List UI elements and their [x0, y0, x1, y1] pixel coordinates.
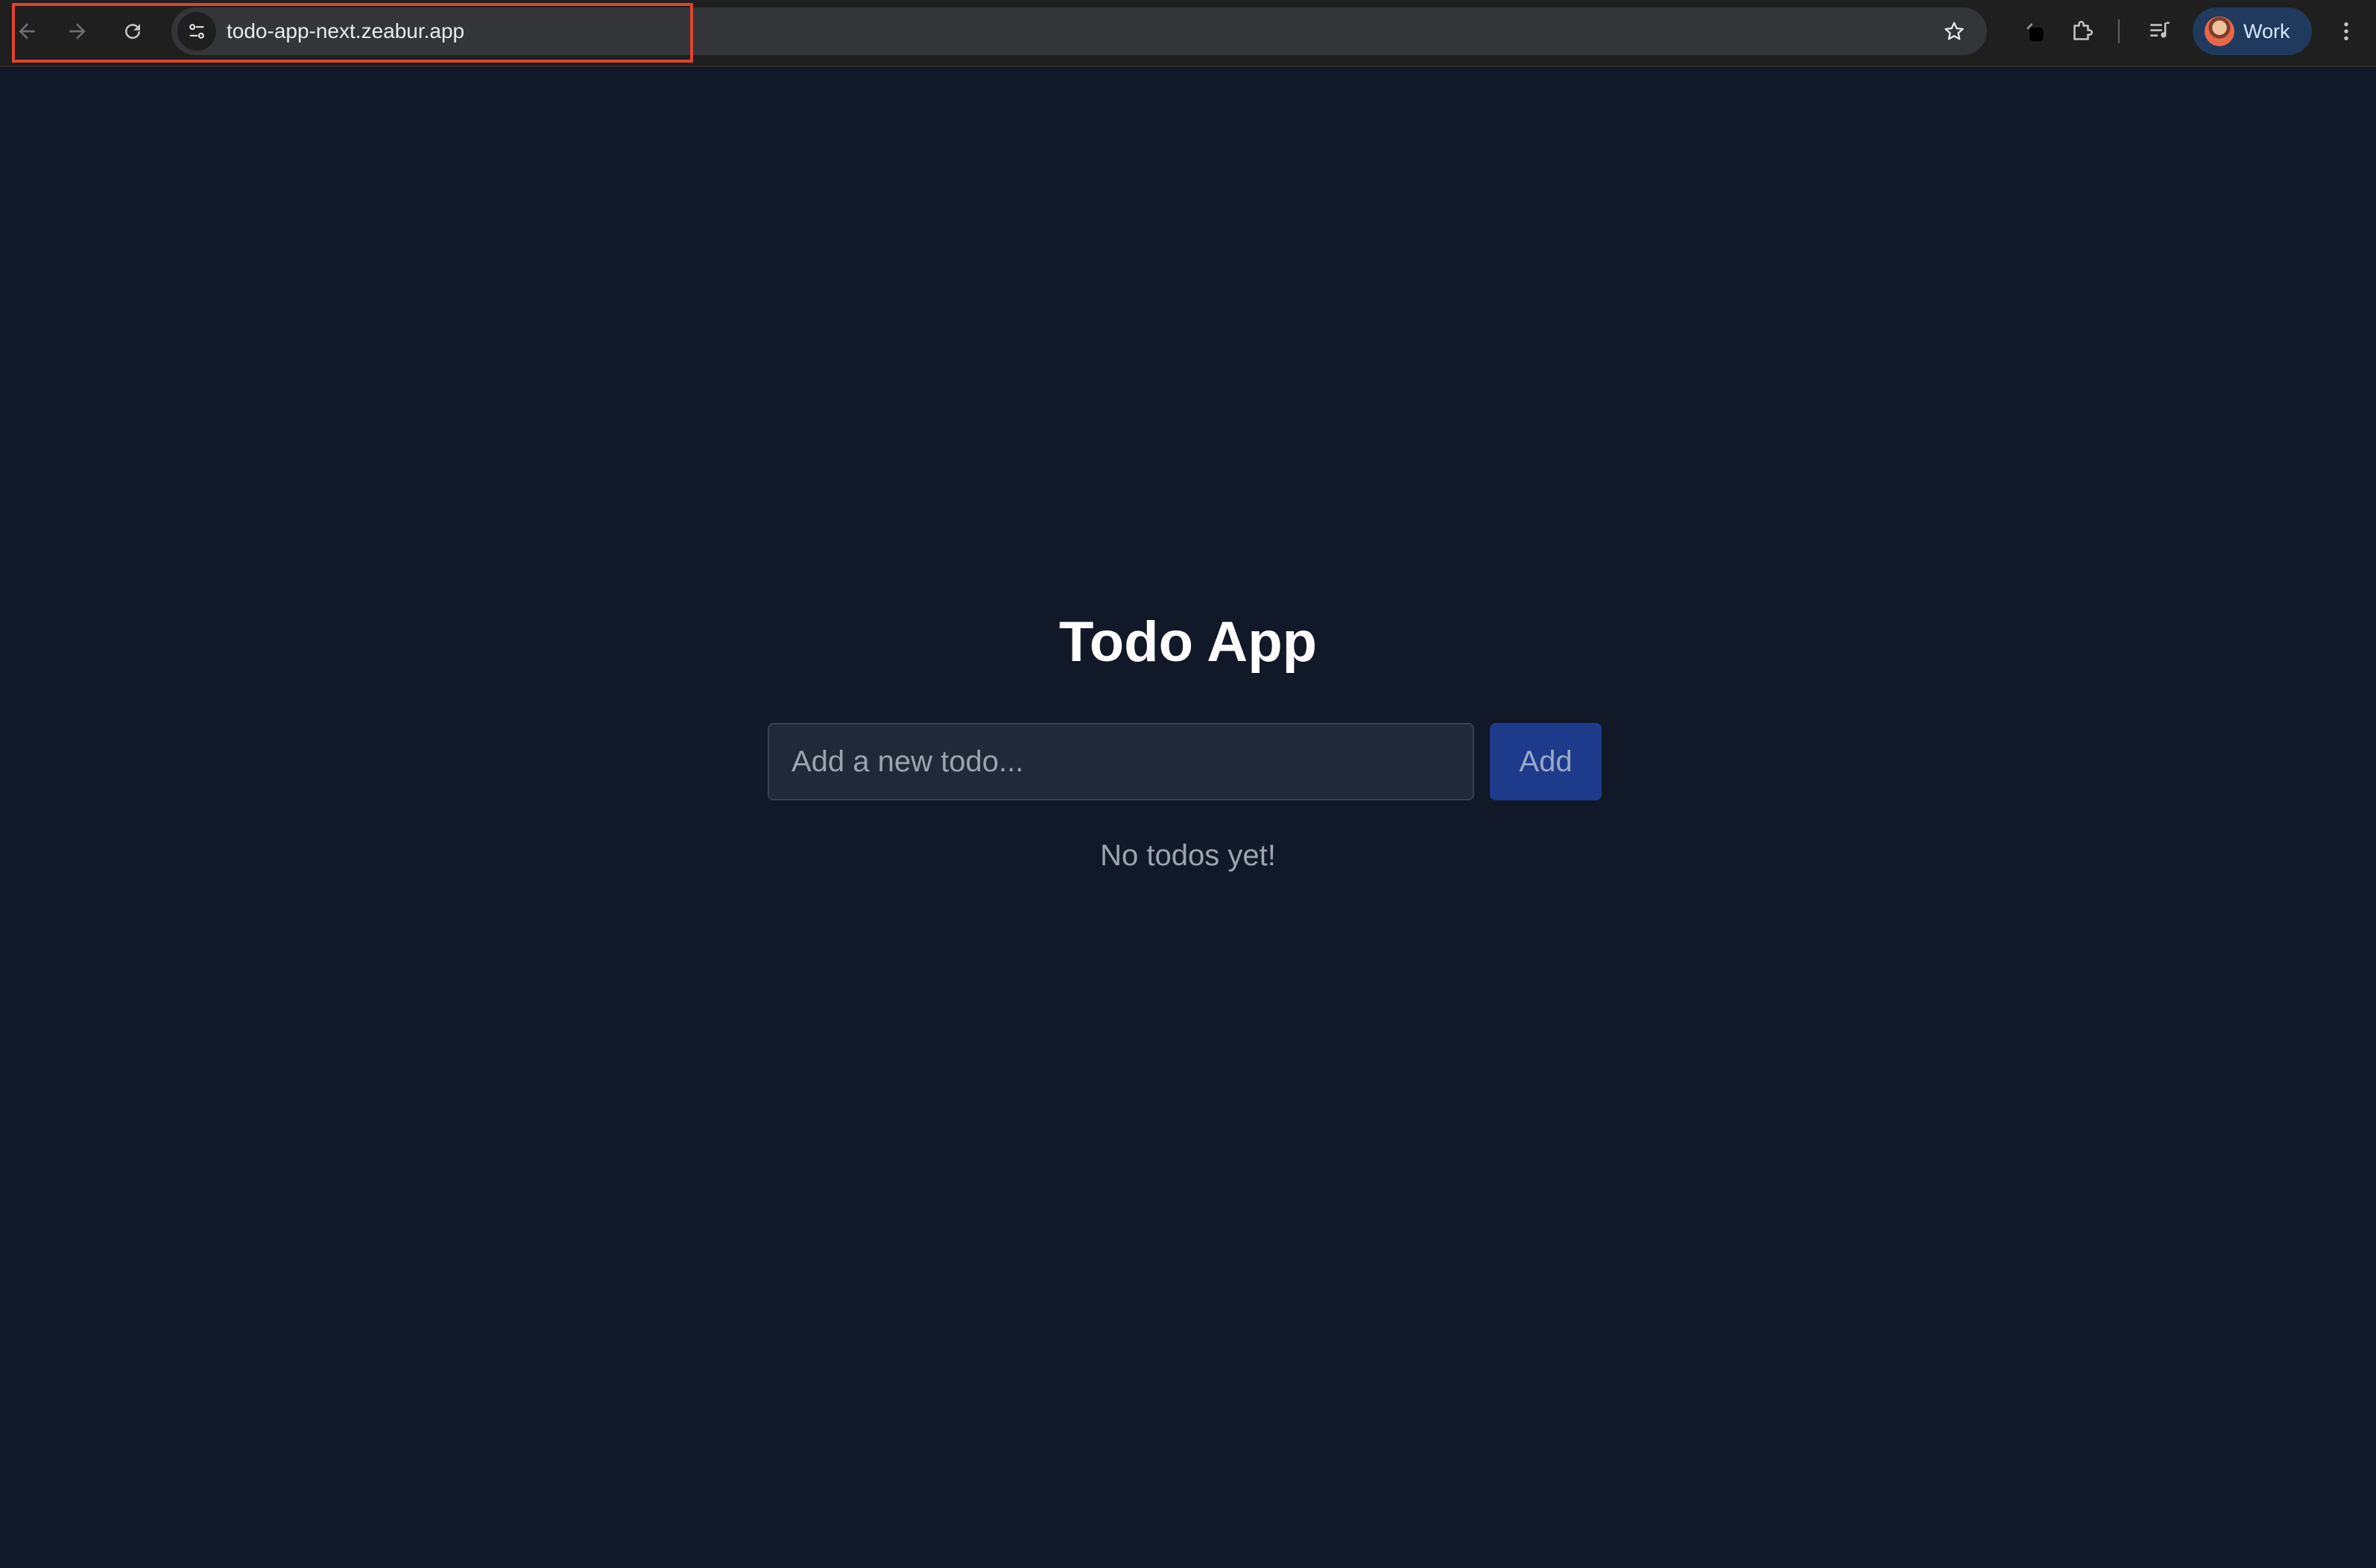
forward-button[interactable]: [57, 10, 98, 52]
add-todo-button[interactable]: Add: [1490, 723, 1602, 800]
avatar: [2205, 16, 2234, 46]
url-text[interactable]: todo-app-next.zeabur.app: [227, 7, 464, 55]
site-info-button[interactable]: [177, 12, 216, 51]
extensions-button[interactable]: [2063, 12, 2102, 51]
browser-toolbar: todo-app-next.zeabur.app Work: [0, 0, 2376, 67]
puzzle-icon: [2073, 21, 2093, 40]
page-title: Todo App: [1058, 610, 1318, 674]
media-control-button[interactable]: [2140, 12, 2179, 51]
extension-pin-button[interactable]: [2015, 12, 2054, 51]
bookmark-button[interactable]: [1938, 15, 1971, 48]
reload-button[interactable]: [112, 10, 154, 52]
profile-label: Work: [2243, 19, 2290, 42]
back-button[interactable]: [6, 10, 48, 52]
profile-button[interactable]: Work: [2193, 7, 2312, 55]
browser-menu-button[interactable]: [2328, 12, 2364, 51]
new-todo-input[interactable]: [768, 723, 1474, 800]
page-content: [0, 67, 2376, 1568]
address-bar[interactable]: todo-app-next.zeabur.app: [171, 7, 1987, 55]
arrow-right-icon: [69, 23, 86, 39]
arrow-left-icon: [19, 23, 35, 39]
star-icon: [1944, 22, 1964, 40]
more-vert-icon: [2344, 22, 2348, 40]
extension-icon: [2026, 23, 2044, 42]
reload-icon: [125, 24, 141, 39]
media-control-icon: [2150, 22, 2170, 38]
empty-state-message: No todos yet!: [1100, 839, 1276, 872]
toolbar-separator: [2118, 19, 2120, 43]
tune-icon: [189, 24, 204, 39]
